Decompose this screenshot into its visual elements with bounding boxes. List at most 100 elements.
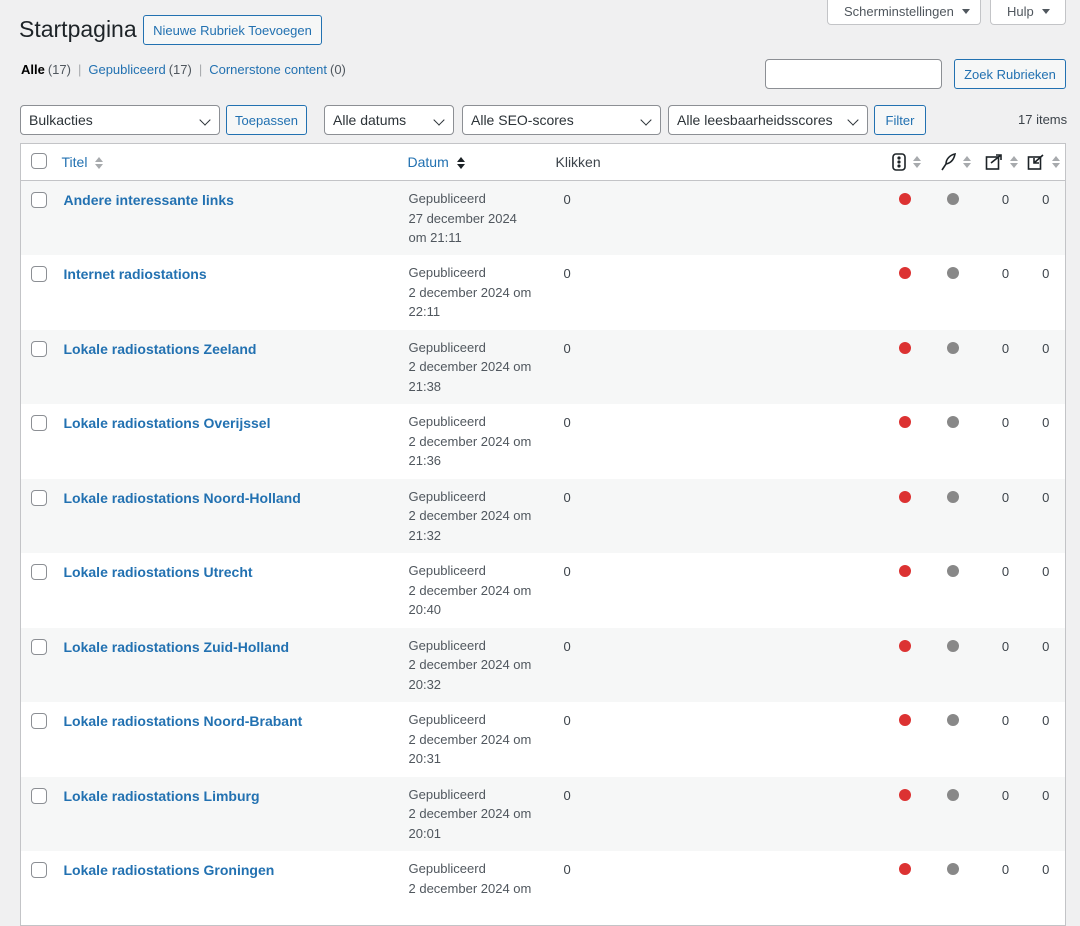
row-checkbox[interactable] xyxy=(31,787,47,804)
column-clicks-label: Klikken xyxy=(555,154,601,170)
apply-button[interactable]: Toepassen xyxy=(226,105,307,135)
row-title-link[interactable]: Internet radiostations xyxy=(64,255,404,282)
seo-score-dot xyxy=(898,490,911,503)
filter-button[interactable]: Filter xyxy=(874,105,926,135)
row-incoming-links: 0 xyxy=(1042,638,1050,654)
table-row: Internet radiostations Gepubliceerd 2 dece… xyxy=(21,255,1066,330)
readability-score-dot xyxy=(946,714,959,726)
column-outgoing-links[interactable] xyxy=(984,143,1027,181)
column-title[interactable]: Titel xyxy=(57,143,404,181)
row-checkbox[interactable] xyxy=(31,266,47,282)
row-checkbox[interactable] xyxy=(31,192,47,208)
incoming-links-icon xyxy=(1027,154,1044,170)
row-checkbox[interactable] xyxy=(31,862,47,878)
column-date[interactable]: Datum xyxy=(403,143,552,181)
row-title-link[interactable]: Lokale radiostations Groningen xyxy=(64,851,404,878)
row-status: Gepubliceerd xyxy=(408,414,486,429)
row-title-link[interactable]: Lokale radiostations Zeeland xyxy=(64,330,404,357)
row-title-link[interactable]: Lokale radiostations Noord-Holland xyxy=(64,479,404,506)
readability-score-dot xyxy=(946,490,959,503)
row-title-link[interactable]: Lokale radiostations Utrecht xyxy=(64,553,404,580)
row-title-link[interactable]: Lokale radiostations Overijssel xyxy=(64,404,404,431)
row-title-link[interactable]: Andere interessante links xyxy=(64,181,404,208)
column-date-label[interactable]: Datum xyxy=(408,154,449,170)
row-checkbox[interactable] xyxy=(31,564,47,580)
row-checkbox[interactable] xyxy=(31,489,47,506)
row-outgoing-links: 0 xyxy=(1001,564,1010,579)
row-outgoing-links: 0 xyxy=(1001,266,1010,281)
row-incoming-links: 0 xyxy=(1042,192,1050,207)
table-row: Lokale radiostations Overijssel Gepublice… xyxy=(21,404,1066,479)
search-input[interactable] xyxy=(765,59,942,89)
table-row: Lokale radiostations Groningen Gepublicee… xyxy=(21,851,1066,926)
seo-score-value: Alle SEO-scores xyxy=(471,112,574,128)
row-checkbox[interactable] xyxy=(31,638,47,655)
row-checkbox[interactable] xyxy=(31,415,47,431)
chevron-down-icon xyxy=(199,114,211,126)
screen-options-label: Scherminstellingen xyxy=(844,4,954,19)
row-title-link[interactable]: Lokale radiostations Noord-Brabant xyxy=(64,702,404,729)
row-incoming-links: 0 xyxy=(1042,787,1050,803)
seo-score-dot xyxy=(898,714,911,726)
screen-options-button[interactable]: Scherminstellingen xyxy=(827,0,981,25)
row-date: Gepubliceerd 2 december 2024 om 22:11 xyxy=(404,255,552,330)
row-clicks: 0 xyxy=(563,564,571,579)
row-date: Gepubliceerd 2 december 2024 om 21:32 xyxy=(404,479,552,554)
row-checkbox[interactable] xyxy=(31,713,47,729)
seo-score-dot xyxy=(898,639,911,652)
row-date-line: 2 december 2024 om xyxy=(408,731,532,747)
row-clicks: 0 xyxy=(563,266,571,281)
row-time-line: 21:32 xyxy=(408,527,442,543)
row-time-line: 22:11 xyxy=(408,304,441,319)
table-row: Lokale radiostations Utrecht Gepubliceerd… xyxy=(21,553,1066,628)
sort-desc-icon xyxy=(456,157,465,170)
row-clicks: 0 xyxy=(563,192,571,207)
outgoing-links-icon xyxy=(985,154,1002,170)
table-header-row: Titel Datum Klikken xyxy=(20,143,1066,181)
row-checkbox[interactable] xyxy=(31,340,47,357)
traffic-light-icon xyxy=(891,153,906,171)
caret-down-icon xyxy=(961,9,970,14)
help-button[interactable]: Hulp xyxy=(990,0,1066,25)
row-date-line: 2 december 2024 om xyxy=(408,284,532,300)
row-title-link[interactable]: Lokale radiostations Zuid-Holland xyxy=(64,628,404,655)
page-title: Startpagina xyxy=(19,16,137,42)
bulk-actions-select[interactable]: Bulkacties xyxy=(20,105,220,135)
view-all[interactable]: Alle (17) xyxy=(21,62,71,77)
row-date-line: 2 december 2024 om xyxy=(408,359,532,374)
seo-score-dot xyxy=(898,193,911,205)
column-title-label[interactable]: Titel xyxy=(62,154,88,170)
readability-score-dot xyxy=(946,341,959,354)
row-title-link[interactable]: Lokale radiostations Limburg xyxy=(64,777,404,804)
table-row: Lokale radiostations Noord-Holland Gepubl… xyxy=(20,478,1066,554)
row-outgoing-links: 0 xyxy=(1001,340,1010,356)
select-all-checkbox[interactable] xyxy=(31,152,47,169)
row-outgoing-links: 0 xyxy=(1001,415,1010,430)
row-date: Gepubliceerd 2 december 2024 om 21:36 xyxy=(404,404,552,479)
dates-select[interactable]: Alle datums xyxy=(324,105,454,135)
row-date: Gepubliceerd 2 december 2024 om 20:31 xyxy=(404,702,552,777)
readability-value: Alle leesbaarheidsscores xyxy=(677,112,833,128)
seo-score-dot xyxy=(898,341,911,354)
table-row: Lokale radiostations Zeeland Gepubliceerd… xyxy=(20,329,1066,404)
row-outgoing-links: 0 xyxy=(1001,787,1010,803)
row-date: Gepubliceerd 2 december 2024 om 20:01 xyxy=(404,777,552,852)
row-incoming-links: 0 xyxy=(1042,415,1050,430)
row-time-line: om 21:11 xyxy=(408,230,462,245)
row-incoming-links: 0 xyxy=(1042,489,1050,505)
add-new-category-button[interactable]: Nieuwe Rubriek Toevoegen xyxy=(143,15,322,45)
row-date: Gepubliceerd 27 december 2024 om 21:11 xyxy=(404,181,552,256)
row-incoming-links: 0 xyxy=(1042,862,1050,877)
table-row: Andere interessante links Gepubliceerd 27 … xyxy=(20,180,1066,256)
column-incoming-links[interactable] xyxy=(1026,143,1066,181)
seo-score-dot xyxy=(898,416,911,428)
readability-select[interactable]: Alle leesbaarheidsscores xyxy=(668,105,868,135)
seo-score-select[interactable]: Alle SEO-scores xyxy=(462,105,661,135)
view-cornerstone[interactable]: Cornerstone content (0) xyxy=(209,62,346,77)
view-published[interactable]: Gepubliceerd (17) xyxy=(88,62,191,77)
search-button[interactable]: Zoek Rubrieken xyxy=(954,59,1066,89)
column-readability[interactable] xyxy=(939,143,985,181)
row-outgoing-links: 0 xyxy=(1001,713,1010,728)
column-seo-score[interactable] xyxy=(891,143,940,181)
dates-value: Alle datums xyxy=(333,112,407,128)
